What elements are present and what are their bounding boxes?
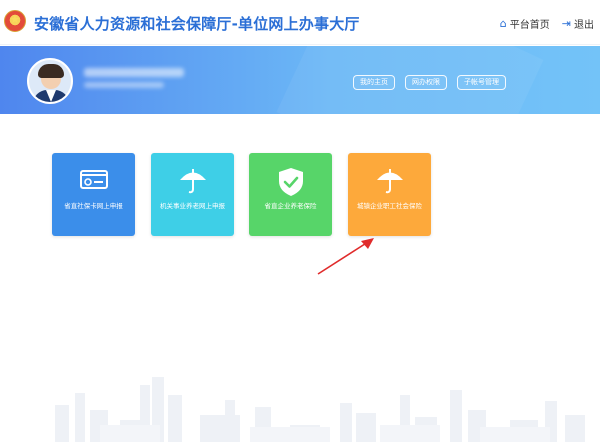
card-icon (52, 167, 135, 195)
tile-social-card[interactable]: 省直社保卡网上申报 (52, 153, 135, 236)
platform-home-link[interactable]: ⌂ 平台首页 (500, 16, 550, 31)
sub-account-button[interactable]: 子帐号管理 (457, 75, 506, 90)
tile-institution-pension-label: 机关事业养老网上申报 (160, 202, 225, 210)
platform-home-label: 平台首页 (509, 20, 550, 31)
user-banner: 我的主页 网办权限 子帐号管理 (0, 46, 600, 114)
shield-check-icon (249, 167, 332, 196)
top-nav: ⌂ 平台首页 ⇥ 退出 (500, 16, 594, 31)
header: 安徽省人力资源和社会保障厅-单位网上办事大厅 ⌂ 平台首页 ⇥ 退出 (0, 0, 600, 45)
logout-label: 退出 (574, 20, 594, 31)
city-skyline-decoration (55, 377, 585, 442)
tile-enterprise-pension[interactable]: 省直企业养老保险 (249, 153, 332, 236)
annotation-arrow-icon (317, 238, 374, 275)
logout-icon: ⇥ (561, 17, 571, 30)
tile-institution-pension[interactable]: 机关事业养老网上申报 (151, 153, 234, 236)
umbrella-icon (348, 167, 431, 195)
banner-actions: 我的主页 网办权限 子帐号管理 (353, 75, 506, 90)
permissions-button[interactable]: 网办权限 (405, 75, 447, 90)
avatar (27, 58, 73, 104)
home-icon: ⌂ (499, 17, 507, 30)
national-emblem-icon (4, 10, 26, 32)
tile-urban-worker-insurance[interactable]: 城镇企业职工社会保险 (348, 153, 431, 236)
user-name-blurred (84, 68, 184, 77)
my-homepage-button[interactable]: 我的主页 (353, 75, 395, 90)
tile-urban-worker-insurance-label: 城镇企业职工社会保险 (357, 202, 422, 210)
tile-social-card-label: 省直社保卡网上申报 (64, 202, 123, 210)
user-id-blurred (84, 82, 164, 88)
logout-link[interactable]: ⇥ 退出 (562, 16, 594, 31)
tile-enterprise-pension-label: 省直企业养老保险 (264, 202, 317, 210)
page-title: 安徽省人力资源和社会保障厅-单位网上办事大厅 (34, 15, 360, 33)
umbrella-icon (151, 167, 234, 195)
